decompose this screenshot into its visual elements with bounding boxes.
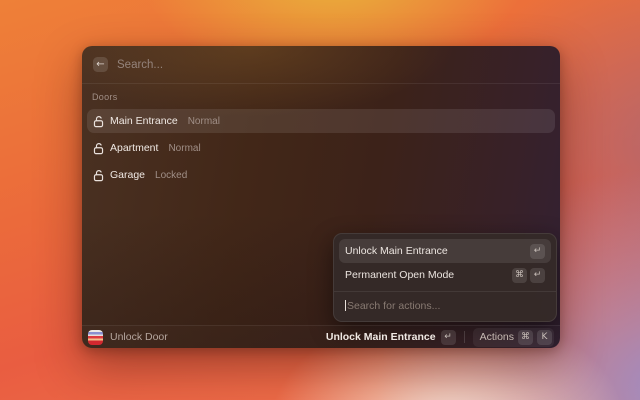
command-key-icon: ⌘ — [518, 330, 533, 345]
footer-separator — [464, 331, 465, 343]
actions-button-label: Actions — [480, 331, 514, 343]
unlocked-padlock-icon — [93, 142, 104, 155]
return-key-icon: ↵ — [530, 244, 545, 259]
action-shortcut: ⌘ ↵ — [512, 268, 545, 283]
search-input[interactable]: Search... — [117, 59, 163, 71]
action-shortcut: ↵ — [530, 244, 545, 259]
footer-app-name: Unlock Door — [110, 331, 168, 343]
text-caret — [345, 300, 346, 311]
command-palette-window: ← Search... Doors Main Entrance Normal A… — [82, 46, 560, 348]
door-title: Apartment — [110, 142, 158, 154]
door-title: Garage — [110, 169, 145, 181]
unlocked-padlock-icon — [93, 115, 104, 128]
back-arrow-icon: ← — [96, 60, 104, 70]
action-unlock-main-entrance[interactable]: Unlock Main Entrance ↵ — [339, 239, 551, 263]
popover-divider — [334, 291, 556, 292]
footer-bar: Unlock Door Unlock Main Entrance ↵ Actio… — [82, 325, 560, 348]
door-row-garage[interactable]: Garage Locked — [87, 163, 555, 187]
actions-search-input[interactable]: Search for actions... — [339, 295, 551, 316]
back-button[interactable]: ← — [93, 57, 108, 72]
return-key-icon: ↵ — [441, 330, 456, 345]
action-label: Permanent Open Mode — [345, 269, 512, 281]
door-title: Main Entrance — [110, 115, 178, 127]
action-label: Unlock Main Entrance — [345, 245, 530, 257]
unlock-door-app-icon — [88, 330, 103, 345]
actions-search-placeholder: Search for actions... — [347, 300, 440, 312]
desktop-wallpaper: ← Search... Doors Main Entrance Normal A… — [0, 0, 640, 400]
command-key-icon: ⌘ — [512, 268, 527, 283]
section-header-doors: Doors — [92, 92, 118, 102]
door-status: Normal — [168, 143, 200, 154]
action-permanent-open-mode[interactable]: Permanent Open Mode ⌘ ↵ — [339, 263, 551, 287]
door-row-main-entrance[interactable]: Main Entrance Normal — [87, 109, 555, 133]
primary-action-button[interactable]: Unlock Main Entrance — [326, 331, 436, 343]
return-key-icon: ↵ — [530, 268, 545, 283]
unlocked-padlock-icon — [93, 169, 104, 182]
search-header: ← Search... — [82, 46, 560, 84]
footer-actions: Unlock Main Entrance ↵ Actions ⌘ K — [326, 328, 554, 347]
k-key-icon: K — [537, 330, 552, 345]
door-status: Normal — [188, 116, 220, 127]
door-row-apartment[interactable]: Apartment Normal — [87, 136, 555, 160]
actions-menu-button[interactable]: Actions ⌘ K — [473, 328, 554, 347]
door-list: Main Entrance Normal Apartment Normal Ga… — [87, 109, 555, 190]
door-status: Locked — [155, 170, 187, 181]
actions-popover: Unlock Main Entrance ↵ Permanent Open Mo… — [333, 233, 557, 322]
